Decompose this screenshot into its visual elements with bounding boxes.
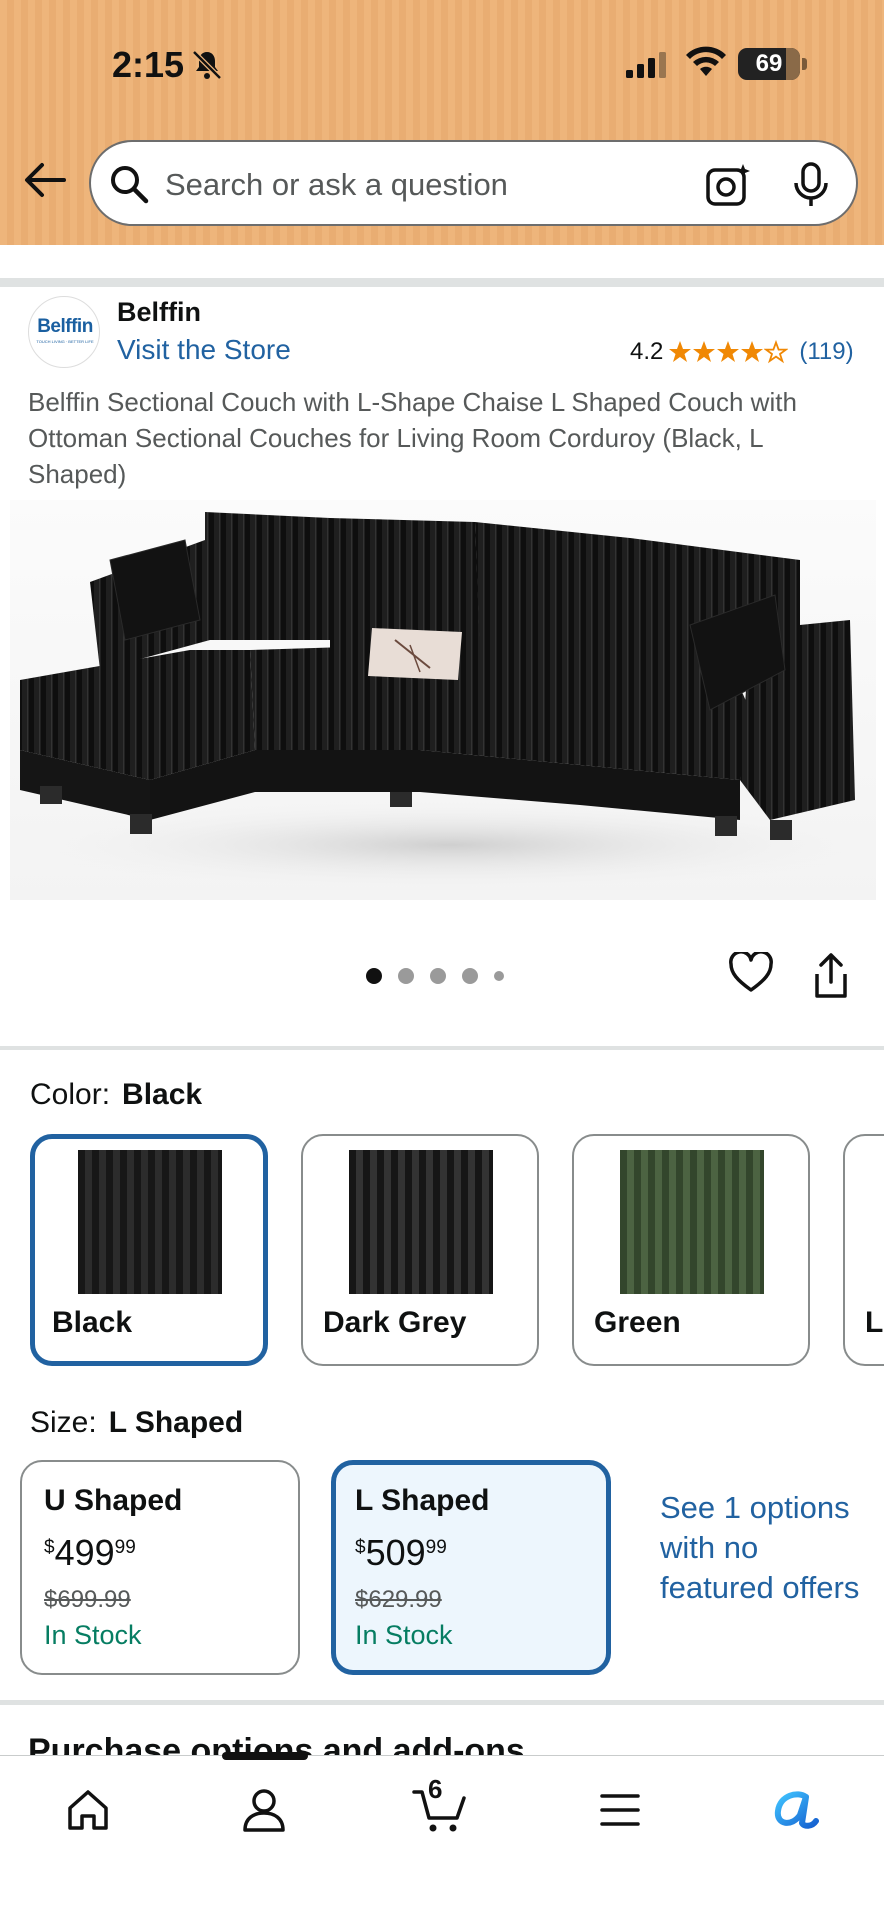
nav-menu[interactable] (588, 1778, 652, 1842)
size-label: Size: L Shaped (30, 1406, 244, 1439)
wifi-icon (686, 46, 726, 76)
star-full-icon (693, 341, 716, 362)
color-option-dark-grey[interactable]: Dark Grey (301, 1134, 539, 1366)
brand-name: Belffin (117, 297, 201, 327)
star-rating (668, 340, 789, 364)
share-icon[interactable] (812, 952, 850, 1000)
home-icon (68, 1790, 108, 1830)
nav-rufus[interactable] (764, 1778, 828, 1842)
nav-home[interactable] (56, 1778, 120, 1842)
nav-account[interactable] (232, 1778, 296, 1842)
visit-store-link[interactable]: Visit the Store (117, 334, 291, 366)
carousel-dot[interactable] (366, 968, 382, 984)
section-divider (0, 1700, 884, 1705)
camera-lens-icon[interactable] (705, 162, 751, 208)
brand-logo[interactable]: Belffin TOUCH LIVING · BETTER LIFE (28, 296, 100, 368)
app-screen: 2:15 69 Search or ask a question Belffin… (0, 0, 884, 1920)
battery-nub (802, 58, 807, 70)
carousel-dot[interactable] (462, 968, 478, 984)
search-input[interactable] (165, 164, 645, 206)
battery-indicator: 69 (738, 48, 800, 80)
list-price: $629.99 (355, 1586, 442, 1613)
cart-count-badge: 6 (428, 1774, 443, 1804)
color-option-green[interactable]: Green (572, 1134, 810, 1366)
carousel-dot[interactable] (430, 968, 446, 984)
star-full-icon (669, 341, 692, 362)
cellular-signal-icon (626, 52, 666, 78)
sectional-couch-illustration (20, 512, 876, 890)
microphone-icon[interactable] (791, 162, 831, 208)
color-swatch (78, 1150, 222, 1294)
product-image[interactable] (10, 500, 876, 900)
star-full-icon (717, 341, 740, 362)
search-bar[interactable] (89, 140, 858, 226)
header-bar: 2:15 69 (0, 0, 884, 245)
status-time: 2:15 (112, 44, 185, 85)
color-option-partial[interactable]: L (843, 1134, 884, 1366)
color-swatch (349, 1150, 493, 1294)
size-price: $499 99 (44, 1532, 136, 1573)
carousel-dot[interactable] (398, 968, 414, 984)
scroll-indicator (222, 1752, 308, 1760)
heart-icon[interactable] (729, 952, 773, 994)
stock-status: In Stock (44, 1620, 142, 1650)
color-selected-value: Black (122, 1078, 203, 1111)
product-title: Belffin Sectional Couch with L-Shape Cha… (28, 387, 797, 489)
search-icon (111, 166, 149, 204)
size-price: $509 99 (355, 1532, 447, 1573)
rating-count-link[interactable]: (119) (799, 338, 853, 366)
list-price: $699.99 (44, 1586, 131, 1613)
size-selected-value: L Shaped (108, 1406, 244, 1439)
section-divider (0, 1046, 884, 1050)
carousel-dot[interactable] (494, 971, 504, 981)
rufus-assistant-icon (774, 1791, 819, 1829)
menu-icon (600, 1794, 640, 1826)
rating-value: 4.2 (630, 338, 664, 365)
star-empty-icon (764, 340, 789, 364)
back-arrow-icon[interactable] (22, 160, 66, 200)
color-swatch (620, 1150, 764, 1294)
size-option-u-shaped[interactable]: U Shaped $499 99 $699.99 In Stock (20, 1460, 300, 1675)
star-full-icon (741, 341, 764, 362)
color-label: Color: Black (30, 1078, 203, 1111)
rating-summary[interactable]: 4.2 (119) (630, 336, 854, 368)
section-divider (0, 278, 884, 287)
image-carousel-dots[interactable] (366, 968, 504, 984)
size-option-l-shaped[interactable]: L Shaped $509 99 $629.99 In Stock (331, 1460, 611, 1675)
stock-status: In Stock (355, 1620, 453, 1650)
see-more-options-link[interactable]: See 1 options with no featured offers (660, 1488, 860, 1608)
bell-silenced-icon (192, 50, 222, 80)
color-option-black[interactable]: Black (30, 1134, 268, 1366)
account-icon (243, 1789, 285, 1832)
